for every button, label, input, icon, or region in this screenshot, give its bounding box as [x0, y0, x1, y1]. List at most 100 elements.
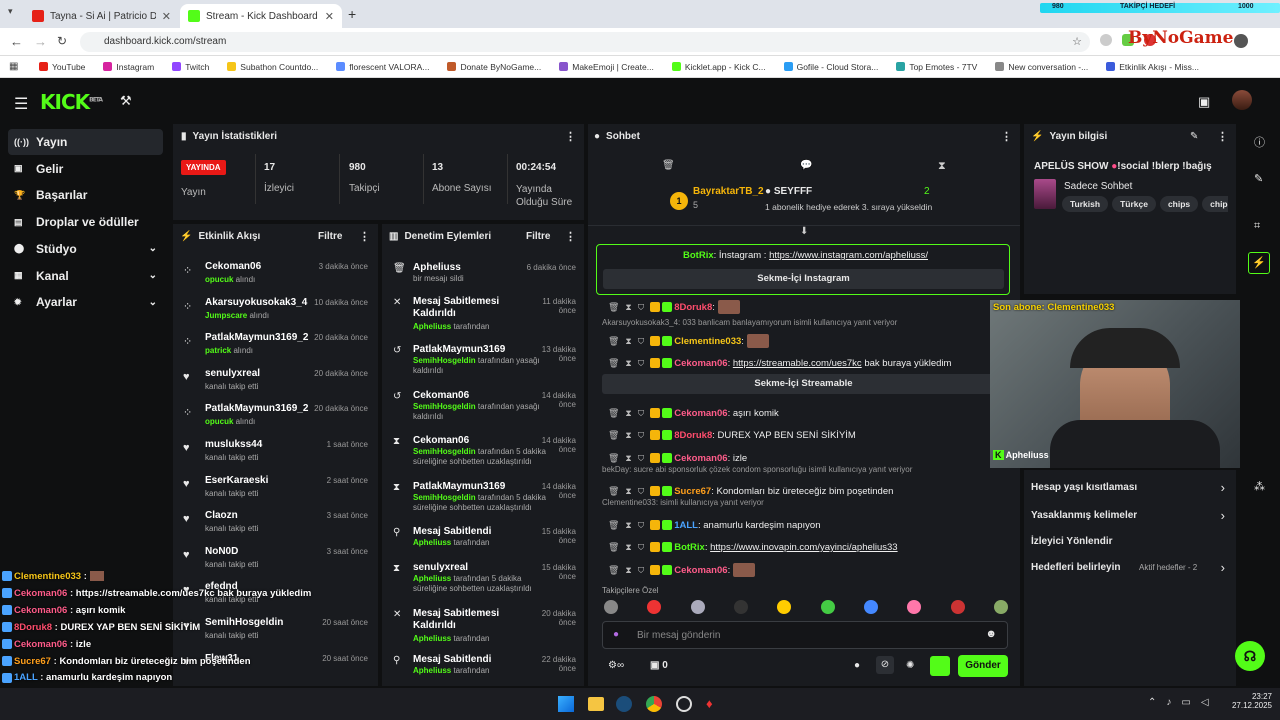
more-options-icon[interactable]: ⋮	[565, 130, 576, 143]
chat-username[interactable]: 8Doruk8	[674, 302, 712, 313]
support-chat-icon[interactable]: ☊	[1235, 641, 1265, 671]
moderation-target[interactable]: PatlakMaymun3169	[413, 481, 523, 493]
moderation-target[interactable]: Mesaj Sabitlemesi Kaldırıldı	[413, 296, 523, 320]
chrome-icon[interactable]	[646, 696, 662, 712]
settings-row[interactable]: Hedefleri belirleyin Aktif hedefler - 2 ›	[1031, 560, 1231, 580]
apps-grid-icon[interactable]: ▦	[9, 61, 18, 72]
hourglass-icon[interactable]: ⧗	[938, 160, 946, 173]
microphone-icon[interactable]: ●	[613, 629, 619, 640]
kick-emote-icon[interactable]	[930, 656, 950, 676]
chat-username[interactable]: Cekoman06	[674, 565, 727, 576]
sidebar-item-1[interactable]: ▣ Gelir	[8, 156, 163, 182]
tag-pill[interactable]: Türkçe	[1112, 196, 1156, 212]
activity-user[interactable]: NoN0D	[205, 546, 238, 557]
mod-actions-icon[interactable]: 🗑⧗⛉	[608, 358, 650, 368]
info-icon[interactable]: ⓘ	[1254, 134, 1265, 150]
tag-pill[interactable]: chipsmu	[1202, 196, 1228, 212]
kick-logo[interactable]: KICKBETA	[40, 90, 103, 114]
category-name[interactable]: Sadece Sohbet	[1064, 181, 1132, 192]
moderation-target[interactable]: Mesaj Sabitlendi	[413, 654, 523, 666]
tag-pill[interactable]: Turkish	[1062, 196, 1109, 212]
settings-row[interactable]: Yasaklanmış kelimeler ›	[1031, 508, 1231, 528]
chat-username[interactable]: 1ALL	[674, 520, 698, 531]
user-avatar[interactable]	[1232, 90, 1252, 110]
send-button[interactable]: Gönder	[958, 655, 1008, 677]
chat-username[interactable]: 8Doruk8	[674, 430, 712, 441]
activity-user[interactable]: Cekoman06	[205, 261, 261, 272]
settings-row[interactable]: İzleyici Yönlendir	[1031, 534, 1231, 554]
pinned-link[interactable]: https://www.instagram.com/apheliuss/	[769, 250, 928, 261]
new-tab-icon[interactable]: +	[348, 6, 356, 22]
bookmark-item[interactable]: Donate ByNoGame...	[438, 62, 550, 72]
chat-username[interactable]: BotRix	[674, 542, 705, 553]
chat-settings-icon[interactable]: ✺	[906, 660, 914, 671]
chat-username[interactable]: Cekoman06	[674, 358, 727, 369]
bookmark-item[interactable]: Instagram	[94, 62, 163, 72]
app-icon[interactable]: ♦	[706, 696, 720, 712]
mod-actions-icon[interactable]: 🗑⧗⛉	[608, 520, 650, 530]
sidebar-item-6[interactable]: ✹ Ayarlar ⌄	[8, 289, 163, 315]
activity-user[interactable]: senulyxreal	[205, 368, 260, 379]
crop-icon[interactable]: ⌗	[1254, 220, 1260, 233]
chevron-down-icon[interactable]: ⌄	[149, 270, 157, 281]
mute-mic-icon[interactable]: ⊘	[876, 656, 894, 674]
moderation-target[interactable]: Apheliuss	[413, 262, 523, 274]
mod-actions-icon[interactable]: 🗑⧗⛉	[608, 565, 650, 575]
activity-user[interactable]: SemihHosgeldin	[205, 617, 283, 628]
reload-icon[interactable]: ↻	[57, 34, 67, 48]
activity-user[interactable]: Claozn	[205, 510, 238, 521]
clock[interactable]: 23:27 27.12.2025	[1230, 692, 1272, 710]
tray-icons[interactable]: ⌃♪▭◁	[1148, 697, 1219, 708]
moderation-target[interactable]: Cekoman06	[413, 435, 523, 447]
emote-icon[interactable]	[820, 600, 835, 614]
steam-icon[interactable]	[616, 696, 632, 712]
chat-username[interactable]: Sucre67	[674, 486, 711, 497]
mod-actions-icon[interactable]: 🗑⧗⛉	[608, 542, 650, 552]
sidebar-item-2[interactable]: 🏆 Başarılar	[8, 182, 163, 208]
emote-icon[interactable]	[993, 600, 1008, 614]
chevron-down-icon[interactable]: ⌄	[149, 243, 157, 254]
shortcut-icon[interactable]: ⁂	[1254, 480, 1265, 493]
channel-points-icon[interactable]: ⚙∞	[608, 660, 624, 671]
close-icon[interactable]: ✕	[162, 10, 171, 23]
bookmark-item[interactable]: Etkinlik Akışı - Miss...	[1097, 62, 1208, 72]
pinned-user[interactable]: BotRix	[683, 250, 714, 261]
bolt-icon[interactable]: ⚡	[1248, 252, 1270, 274]
recipient[interactable]: ● SEYFFF	[765, 186, 812, 197]
activity-filter-button[interactable]: Filtre	[318, 231, 342, 242]
emote-icon[interactable]	[690, 600, 705, 614]
moderation-target[interactable]: Cekoman06	[413, 390, 523, 402]
tag-pill[interactable]: chips	[1159, 196, 1199, 212]
activity-user[interactable]: PatlakMaymun3169_2	[205, 332, 308, 343]
pencil-icon[interactable]: ✎	[1254, 172, 1263, 185]
mod-actions-icon[interactable]: 🗑⧗⛉	[608, 486, 650, 496]
bookmark-item[interactable]: florescent VALORA...	[327, 62, 438, 72]
close-icon[interactable]: ✕	[325, 10, 334, 23]
chat-username[interactable]: Cekoman06	[674, 453, 727, 464]
bookmark-item[interactable]: Gofile - Cloud Stora...	[775, 62, 888, 72]
profile-avatar-icon[interactable]	[1234, 34, 1248, 48]
more-options-icon[interactable]: ⋮	[1217, 130, 1228, 143]
top-gifter-name[interactable]: BayraktarTB_2	[693, 186, 764, 197]
chat-input[interactable]: ● Bir mesaj gönderin ☻	[602, 621, 1008, 649]
bookmark-item[interactable]: Twitch	[163, 62, 218, 72]
moderation-target[interactable]: PatlakMaymun3169	[413, 344, 523, 356]
moderation-target[interactable]: Mesaj Sabitlendi	[413, 526, 523, 538]
moderation-filter-button[interactable]: Filtre	[526, 231, 550, 242]
forward-icon[interactable]: →	[34, 34, 47, 49]
trash-icon[interactable]: 🗑	[662, 160, 675, 171]
gift-points[interactable]: ▣ 0	[650, 660, 668, 671]
emote-icon[interactable]	[604, 600, 618, 614]
chat-username[interactable]: Cekoman06	[674, 408, 727, 419]
mod-actions-icon[interactable]: 🗑⧗⛉	[608, 302, 650, 312]
url-field[interactable]: dashboard.kick.com/stream ☆	[80, 32, 1090, 52]
sidebar-item-3[interactable]: ▤ Droplar ve ödüller	[8, 209, 163, 235]
tab-kick-dashboard[interactable]: Stream - Kick Dashboard ✕	[180, 4, 342, 28]
sidebar-item-0[interactable]: ((·)) Yayın	[8, 129, 163, 155]
bookmark-item[interactable]: New conversation -...	[986, 62, 1097, 72]
menu-icon[interactable]: ☰	[14, 94, 28, 114]
windows-start-icon[interactable]	[558, 696, 574, 712]
activity-user[interactable]: muslukss44	[205, 439, 262, 450]
mod-actions-icon[interactable]: 🗑⧗⛉	[608, 408, 650, 418]
emote-icon[interactable]	[733, 600, 748, 614]
